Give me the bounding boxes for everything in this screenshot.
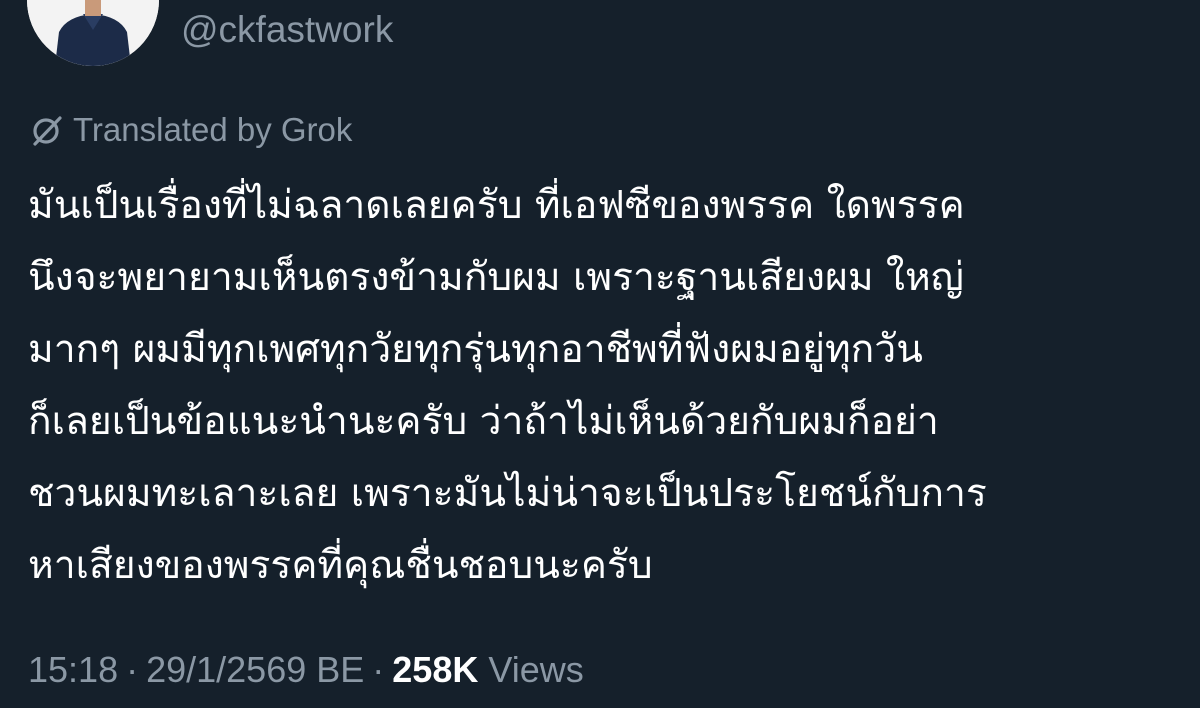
tweet-time[interactable]: 15:18 [28, 649, 118, 691]
meta-separator: · [126, 649, 139, 690]
tweet-text-line: มันเป็นเรื่องที่ไม่ฉลาดเลยครับ ที่เอฟซีข… [28, 183, 965, 228]
tweet-text-line: มากๆ ผมมีทุกเพศทุกวัยทุกรุ่นทุกอาชีพที่ฟ… [28, 327, 923, 372]
grok-icon [29, 112, 65, 148]
tweet-text-line: หาเสียงของพรรคที่คุณชื่นชอบนะครับ [28, 543, 653, 588]
meta-separator: · [372, 649, 385, 690]
author-handle[interactable]: @ckfastwork [181, 6, 393, 54]
tweet-text-line: ก็เลยเป็นข้อแนะนำนะครับ ว่าถ้าไม่เห็นด้ว… [28, 399, 939, 444]
views-count[interactable]: 258K [392, 649, 478, 691]
avatar[interactable] [27, 0, 159, 66]
views-label: Views [488, 649, 584, 690]
tweet-date[interactable]: 29/1/2569 BE [146, 649, 364, 691]
tweet-text-line: นึงจะพยายามเห็นตรงข้ามกับผม เพราะฐานเสีย… [28, 255, 964, 300]
translated-label: Translated by Grok [73, 111, 353, 148]
tweet-meta: 15:18 · 29/1/2569 BE · 258K Views [28, 646, 584, 694]
translated-by-grok[interactable]: Translated by Grok [29, 108, 352, 152]
avatar-image [27, 0, 159, 66]
tweet-text-line: ชวนผมทะเลาะเลย เพราะมันไม่น่าจะเป็นประโย… [28, 471, 987, 516]
tweet-text: มันเป็นเรื่องที่ไม่ฉลาดเลยครับ ที่เอฟซีข… [28, 170, 1178, 602]
